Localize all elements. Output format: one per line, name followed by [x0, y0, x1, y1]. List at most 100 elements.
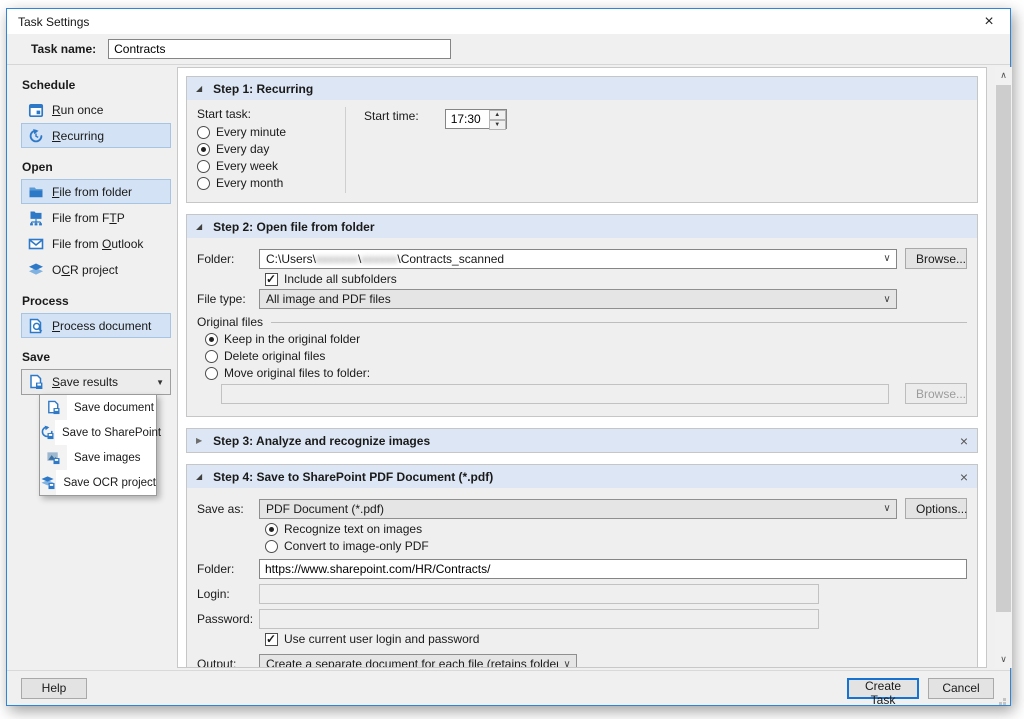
chevron-down-icon[interactable]: ∨	[558, 659, 576, 669]
collapse-triangle-icon[interactable]: ◢	[196, 472, 202, 481]
vertical-scrollbar[interactable]: ∧ ∨	[995, 67, 1012, 668]
radio-icon[interactable]	[197, 160, 210, 173]
radio-label: Every minute	[216, 125, 286, 139]
title-bar[interactable]: Task Settings ×	[7, 9, 1010, 34]
spinner-down-icon[interactable]: ▼	[489, 120, 506, 130]
radio-every-day[interactable]: Every day	[197, 142, 345, 156]
radio-icon[interactable]	[197, 177, 210, 190]
start-time-input[interactable]	[446, 110, 489, 128]
chevron-down-icon[interactable]: ∨	[878, 294, 896, 305]
sidebar-item-label: Recurring	[52, 129, 104, 143]
sidebar-item-label: File from Outlook	[52, 237, 143, 251]
folder-label: Folder:	[197, 252, 259, 266]
step1-header[interactable]: ◢ Step 1: Recurring	[187, 77, 977, 100]
step3-title: Step 3: Analyze and recognize images	[213, 434, 430, 448]
source-folder-combobox[interactable]: C:\Users\xxxxxxx\xxxxxx\Contracts_scanne…	[259, 249, 897, 269]
scrollbar-thumb[interactable]	[996, 85, 1011, 612]
sharepoint-folder-label: Folder:	[197, 562, 259, 576]
expand-triangle-icon[interactable]: ▶	[196, 436, 202, 445]
step4-section: ◢ Step 4: Save to SharePoint PDF Documen…	[186, 464, 978, 668]
sidebar-item-process-document[interactable]: Process document	[21, 313, 171, 338]
radio-every-month[interactable]: Every month	[197, 176, 345, 190]
step4-header[interactable]: ◢ Step 4: Save to SharePoint PDF Documen…	[187, 465, 977, 488]
step1-section: ◢ Step 1: Recurring Start task: Every mi…	[186, 76, 978, 203]
save-results-menu: Save document Save to SharePoint Save im…	[39, 394, 157, 496]
start-time-spinner[interactable]: ▲ ▼	[445, 109, 507, 129]
help-button[interactable]: Help	[21, 678, 87, 699]
close-icon[interactable]: ×	[968, 9, 1010, 34]
cancel-button[interactable]: Cancel	[928, 678, 994, 699]
output-label: Output:	[197, 657, 259, 668]
checkbox-label: Use current user login and password	[284, 632, 479, 646]
radio-icon[interactable]	[197, 126, 210, 139]
browse-move-folder-button: Browse...	[905, 383, 967, 404]
chevron-down-icon[interactable]: ∨	[878, 503, 896, 514]
sidebar-item-label: File from FTP	[52, 211, 125, 225]
ocr-project-icon	[28, 262, 44, 278]
save-sharepoint-icon	[40, 420, 55, 445]
radio-every-minute[interactable]: Every minute	[197, 125, 345, 139]
remove-step-icon[interactable]: ×	[960, 470, 968, 484]
radio-icon[interactable]	[197, 143, 210, 156]
radio-label: Keep in the original folder	[224, 332, 360, 346]
radio-icon[interactable]	[205, 350, 218, 363]
task-name-label: Task name:	[31, 42, 96, 56]
include-subfolders-checkbox[interactable]: Include all subfolders	[265, 272, 967, 286]
sidebar-item-run-once[interactable]: Run once	[21, 97, 171, 122]
radio-every-week[interactable]: Every week	[197, 159, 345, 173]
radio-icon[interactable]	[205, 333, 218, 346]
radio-delete-original[interactable]: Delete original files	[205, 349, 967, 363]
sidebar-item-file-from-ftp[interactable]: File from FTP	[21, 205, 171, 230]
menu-item-save-document[interactable]: Save document	[40, 395, 156, 420]
sidebar-item-recurring[interactable]: Recurring	[21, 123, 171, 148]
folder-icon	[28, 184, 44, 200]
sidebar-item-file-from-folder[interactable]: File from folder	[21, 179, 171, 204]
menu-item-save-ocr-project[interactable]: Save OCR project	[40, 470, 156, 495]
output-combobox[interactable]: Create a separate document for each file…	[259, 654, 577, 668]
sidebar-item-ocr-project[interactable]: OCR project	[21, 257, 171, 282]
save-as-label: Save as:	[197, 502, 259, 516]
task-settings-dialog: Task Settings × Task name: Schedule Run …	[6, 8, 1011, 706]
radio-move-original[interactable]: Move original files to folder:	[205, 366, 967, 380]
step3-header[interactable]: ▶ Step 3: Analyze and recognize images ×	[187, 429, 977, 452]
sidebar-item-label: OCR project	[52, 263, 118, 277]
move-folder-input	[221, 384, 889, 404]
menu-item-save-to-sharepoint[interactable]: Save to SharePoint	[40, 420, 156, 445]
chevron-down-icon[interactable]: ∨	[878, 253, 896, 264]
remove-step-icon[interactable]: ×	[960, 434, 968, 448]
file-type-combobox[interactable]: All image and PDF files ∨	[259, 289, 897, 309]
use-current-login-checkbox[interactable]: Use current user login and password	[265, 632, 967, 646]
collapse-triangle-icon[interactable]: ◢	[196, 222, 202, 231]
sidebar-item-file-from-outlook[interactable]: File from Outlook	[21, 231, 171, 256]
radio-label: Move original files to folder:	[224, 366, 370, 380]
checkbox-icon[interactable]	[265, 633, 278, 646]
collapse-triangle-icon[interactable]: ◢	[196, 84, 202, 93]
radio-icon[interactable]	[265, 540, 278, 553]
radio-icon[interactable]	[265, 523, 278, 536]
recurring-icon	[28, 128, 44, 144]
browse-source-button[interactable]: Browse...	[905, 248, 967, 269]
source-folder-value: C:\Users\xxxxxxx\xxxxxx\Contracts_scanne…	[260, 252, 878, 266]
menu-item-save-images[interactable]: Save images	[40, 445, 156, 470]
step2-header[interactable]: ◢ Step 2: Open file from folder	[187, 215, 977, 238]
save-as-combobox[interactable]: PDF Document (*.pdf) ∨	[259, 499, 897, 519]
steps-panel: ◢ Step 1: Recurring Start task: Every mi…	[177, 67, 987, 668]
radio-recognize-text[interactable]: Recognize text on images	[265, 522, 967, 536]
radio-keep-original[interactable]: Keep in the original folder	[205, 332, 967, 346]
checkbox-icon[interactable]	[265, 273, 278, 286]
resize-grip[interactable]	[1003, 698, 1006, 701]
options-button[interactable]: Options...	[905, 498, 967, 519]
radio-icon[interactable]	[205, 367, 218, 380]
task-name-input[interactable]	[108, 39, 451, 59]
spinner-up-icon[interactable]: ▲	[489, 110, 506, 120]
chevron-down-icon: ▼	[156, 378, 164, 387]
radio-image-only-pdf[interactable]: Convert to image-only PDF	[265, 539, 967, 553]
create-task-button[interactable]: Create Task	[847, 678, 919, 699]
sharepoint-folder-input[interactable]	[259, 559, 967, 579]
scroll-up-icon[interactable]: ∧	[995, 67, 1012, 84]
login-label: Login:	[197, 587, 259, 601]
step4-title: Step 4: Save to SharePoint PDF Document …	[213, 470, 493, 484]
scroll-down-icon[interactable]: ∨	[995, 651, 1012, 668]
save-results-dropdown-button[interactable]: Save results ▼	[21, 369, 171, 395]
menu-item-label: Save images	[67, 452, 140, 464]
